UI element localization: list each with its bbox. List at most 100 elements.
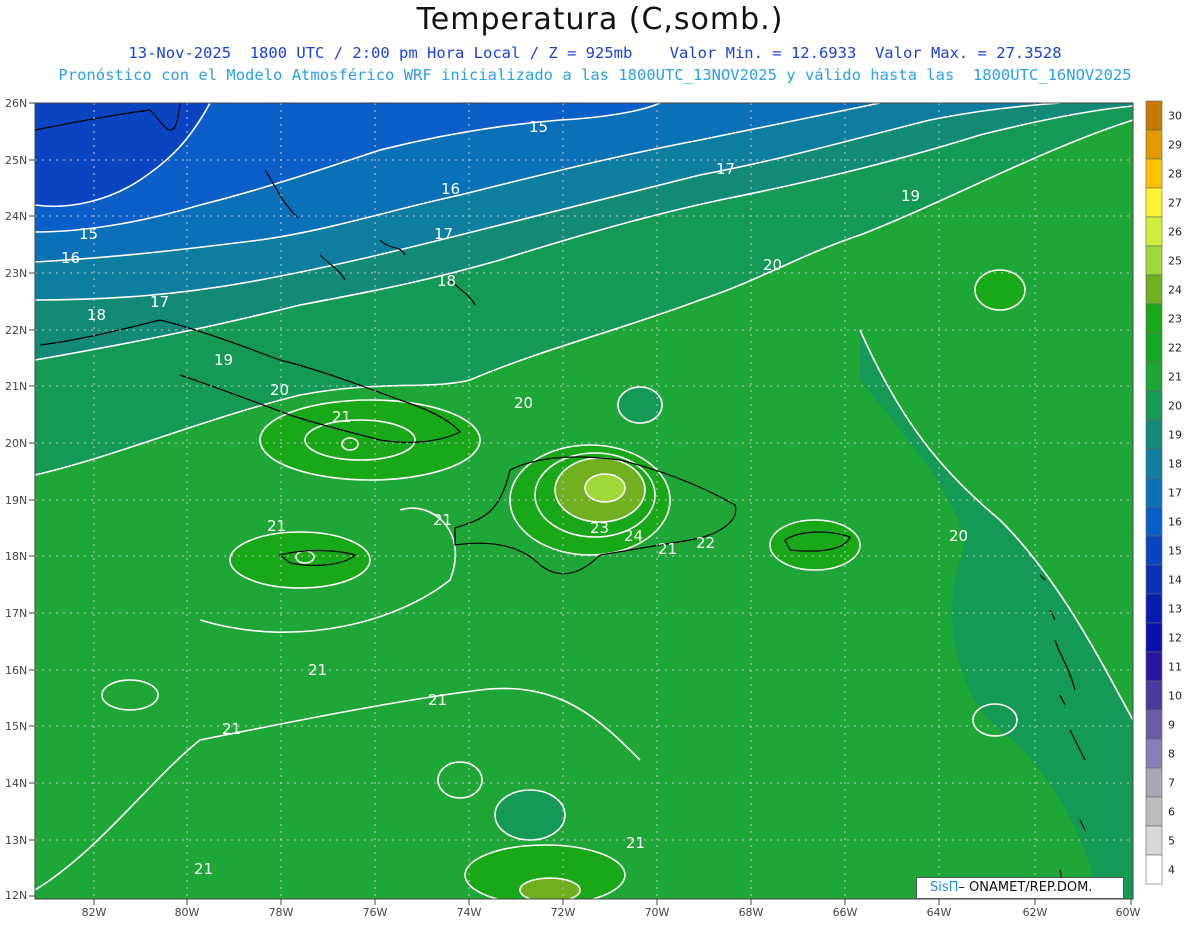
colorbar-swatch (1145, 477, 1163, 508)
credit-brand: SisΠ (930, 880, 959, 895)
lon-label: 80W (175, 906, 200, 919)
page-title: Temperatura (C,somb.) (416, 2, 784, 37)
colorbar-swatch (1145, 303, 1163, 334)
lat-label: 17N (5, 607, 27, 620)
colorbar-label: 4 (1168, 864, 1175, 877)
colorbar-label: 28 (1168, 168, 1182, 181)
colorbar-swatch (1145, 767, 1163, 798)
contour-label: 21 (658, 540, 677, 558)
lon-label: 60W (1116, 906, 1141, 919)
latitude-axis: 26N 25N 24N 23N 22N 21N 20N 19N 18N 17N … (5, 97, 27, 902)
lat-label: 18N (5, 550, 27, 563)
colorbar-label: 26 (1168, 226, 1182, 239)
lat-label: 21N (5, 380, 27, 393)
colorbar-swatch (1145, 651, 1163, 682)
colorbar-label: 15 (1168, 545, 1182, 558)
colorbar-swatch (1145, 448, 1163, 479)
lon-label: 78W (269, 906, 294, 919)
lat-label: 13N (5, 834, 27, 847)
colorbar-label: 16 (1168, 516, 1182, 529)
colorbar-swatch (1145, 709, 1163, 740)
colorbar-swatch (1145, 274, 1163, 305)
contour-label: 20 (949, 527, 968, 545)
colorbar-label: 13 (1168, 603, 1182, 616)
colorbar-swatch (1145, 390, 1163, 421)
colorbar-swatch (1145, 129, 1163, 160)
colorbar-label: 24 (1168, 284, 1182, 297)
contour-label: 21 (433, 511, 452, 529)
latitude-ticks (29, 102, 35, 897)
contour-label: 20 (514, 394, 533, 412)
colorbar-label: 30 (1168, 110, 1182, 123)
credit-box: SisΠ– ONAMET/REP.DOM. (916, 877, 1124, 899)
contour-label: 17 (434, 225, 453, 243)
colorbar-label: 9 (1168, 719, 1175, 732)
colorbar-swatch (1145, 622, 1163, 653)
colorbar-label: 10 (1168, 690, 1182, 703)
contour-label: 21 (308, 661, 327, 679)
contour-label: 20 (763, 256, 782, 274)
contour-label: 21 (267, 517, 286, 535)
lon-label: 66W (833, 906, 858, 919)
lat-label: 16N (5, 664, 27, 677)
longitude-axis: 82W 80W 78W 76W 74W 72W 70W 68W 66W 64W … (82, 906, 1141, 919)
colorbar-label: 5 (1168, 835, 1175, 848)
colorbar-label: 18 (1168, 458, 1182, 471)
contour-label: 20 (270, 381, 289, 399)
contour-label: 21 (626, 834, 645, 852)
colorbar-label: 21 (1168, 371, 1182, 384)
colorbar-swatch (1145, 564, 1163, 595)
colorbar-swatch (1145, 854, 1163, 885)
contour-label: 21 (332, 408, 351, 426)
temperature-map: 15 17 19 16 17 15 16 18 17 18 19 20 20 2… (5, 97, 1182, 919)
subtitle-model-info: Pronóstico con el Modelo Atmosférico WRF… (58, 66, 1132, 84)
colorbar-label: 12 (1168, 632, 1182, 645)
lat-label: 14N (5, 777, 27, 790)
colorbar-swatch (1145, 680, 1163, 711)
colorbar-label: 17 (1168, 487, 1182, 500)
lon-label: 72W (551, 906, 576, 919)
contour-label: 21 (222, 720, 241, 738)
contour-label: 18 (87, 306, 106, 324)
lon-label: 64W (927, 906, 952, 919)
colorbar-legend: 30 29 28 27 26 25 24 23 22 21 20 19 18 17 16 15 14 13 12 11… (1145, 100, 1182, 885)
lon-label: 62W (1023, 906, 1048, 919)
colorbar-label: 19 (1168, 429, 1182, 442)
lon-label: 74W (457, 906, 482, 919)
lat-label: 24N (5, 210, 27, 223)
colorbar-swatch (1145, 535, 1163, 566)
subtitle-valid-time: 13-Nov-2025 1800 UTC / 2:00 pm Hora Loca… (128, 44, 1062, 62)
colorbar-label: 27 (1168, 197, 1182, 210)
lat-label: 23N (5, 267, 27, 280)
colorbar-swatch (1145, 187, 1163, 218)
colorbar-label: 23 (1168, 313, 1182, 326)
colorbar-label: 6 (1168, 806, 1175, 819)
contour-label: 23 (590, 519, 609, 537)
colorbar-label: 20 (1168, 400, 1182, 413)
colorbar-swatch (1145, 332, 1163, 363)
colorbar-swatch (1145, 506, 1163, 537)
contour-label: 24 (624, 527, 643, 545)
colorbar-label: 29 (1168, 139, 1182, 152)
colorbar-swatch (1145, 216, 1163, 247)
lat-label: 15N (5, 720, 27, 733)
lat-label: 12N (5, 889, 27, 902)
contour-label: 15 (529, 118, 548, 136)
contour-label: 19 (901, 187, 920, 205)
lat-label: 19N (5, 494, 27, 507)
lat-label: 22N (5, 324, 27, 337)
colorbar-swatch (1145, 245, 1163, 276)
contour-label: 16 (441, 180, 460, 198)
contour-label: 21 (428, 691, 447, 709)
contour-label: 17 (150, 293, 169, 311)
lon-label: 70W (645, 906, 670, 919)
credit-text: – ONAMET/REP.DOM. (958, 880, 1093, 895)
contour-label: 17 (716, 160, 735, 178)
lat-label: 20N (5, 437, 27, 450)
colorbar-swatch (1145, 825, 1163, 856)
longitude-ticks (93, 899, 1132, 905)
colorbar-swatch (1145, 100, 1163, 131)
contour-label: 22 (696, 534, 715, 552)
lon-label: 76W (363, 906, 388, 919)
lon-label: 82W (82, 906, 107, 919)
